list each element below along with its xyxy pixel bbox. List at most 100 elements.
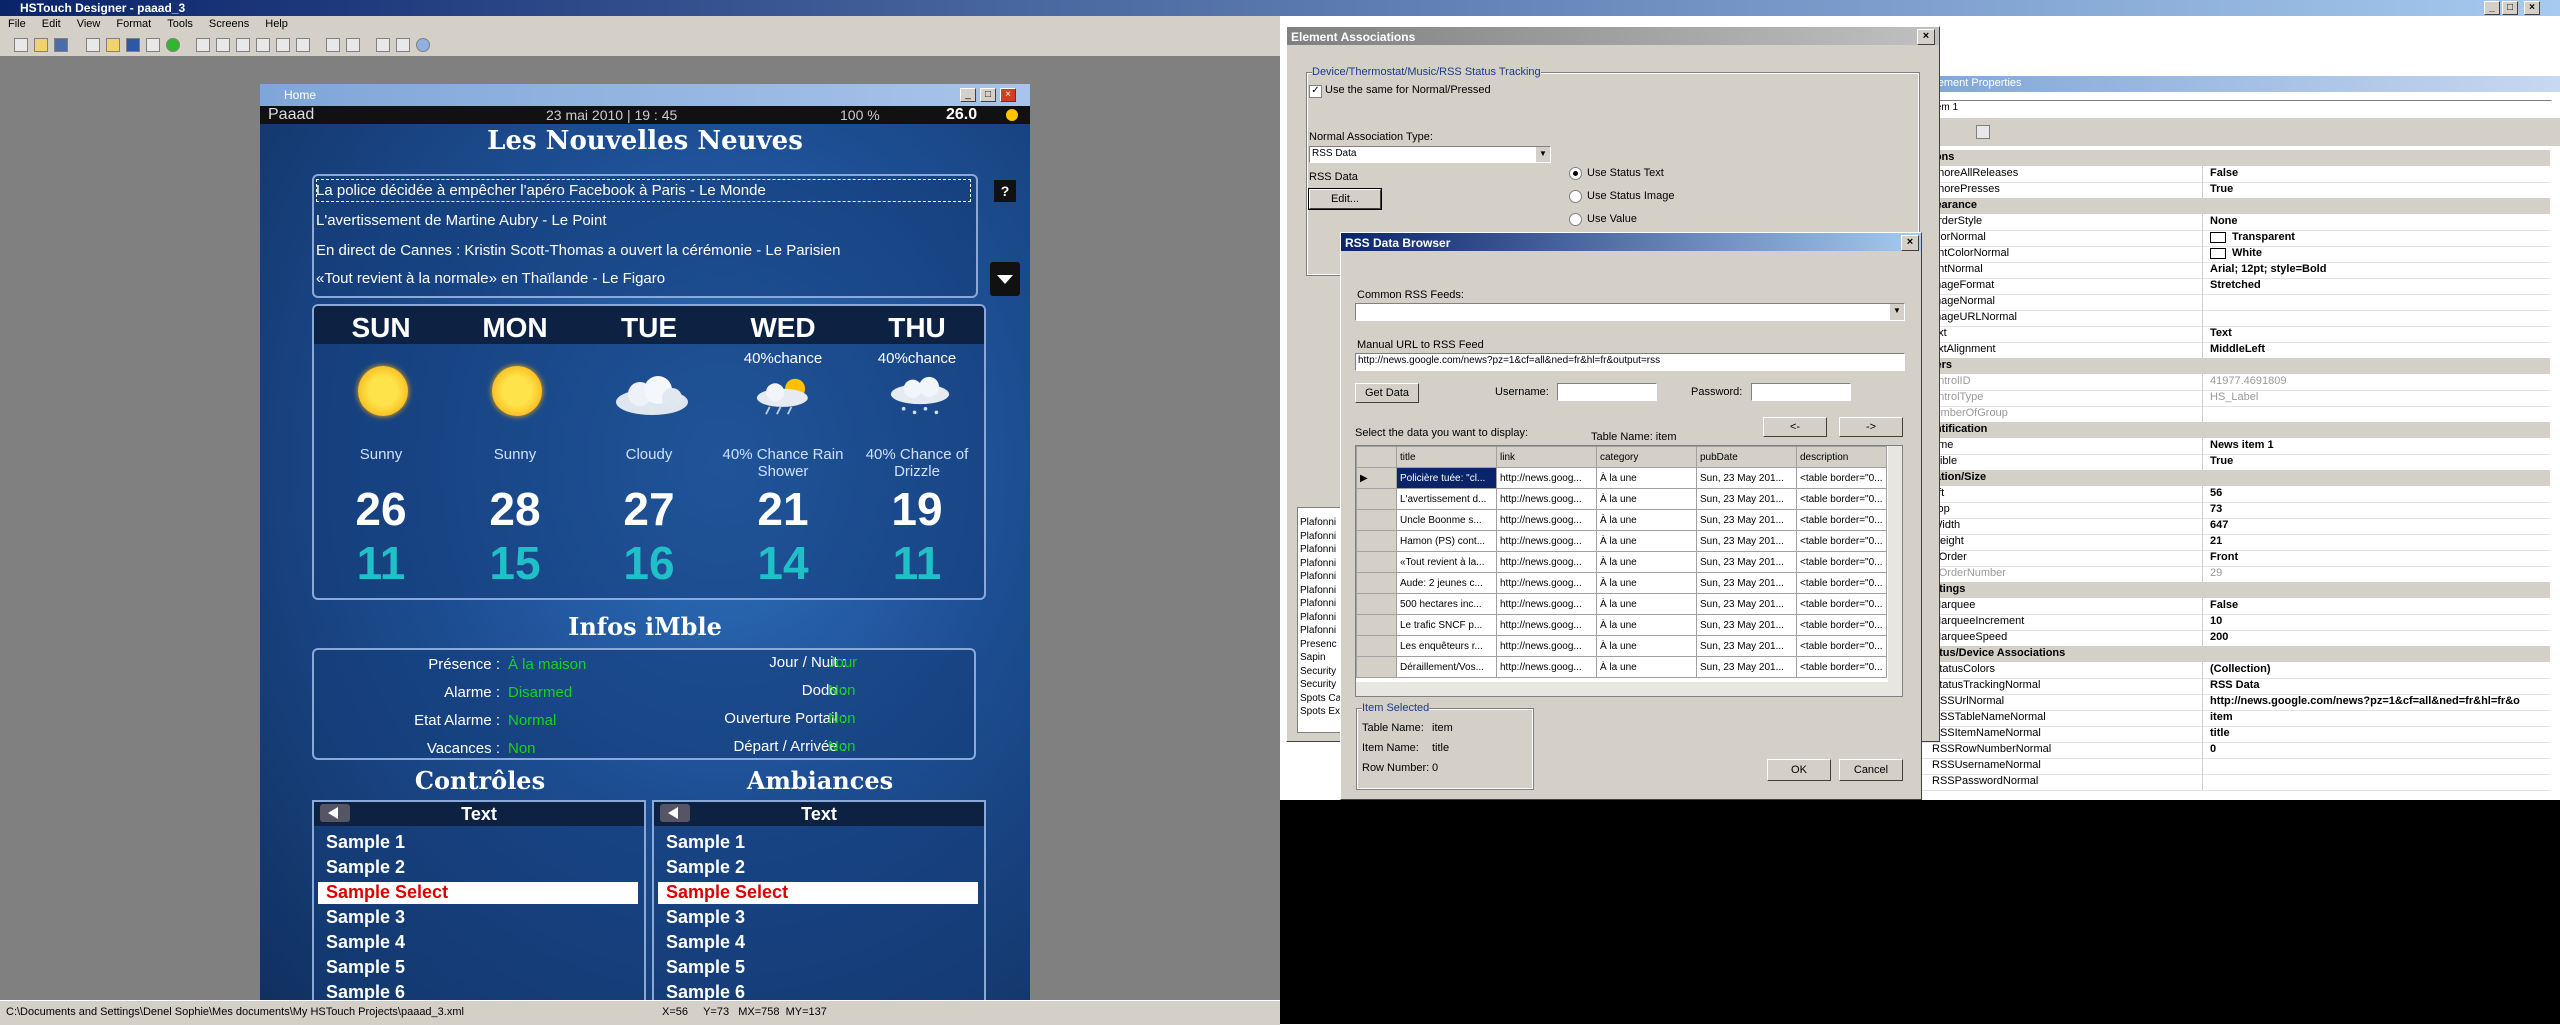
device-list-item[interactable]: Plafonni [1300,597,1341,611]
table-cell[interactable]: À la une [1596,509,1697,531]
vertical-scrollbar[interactable] [1888,446,1902,696]
assoc-type-select[interactable]: RSS Data ▼ [1309,146,1551,163]
table-cell[interactable]: «Tout revient à la... [1396,551,1497,573]
align-bottom-icon[interactable] [296,38,310,52]
device-list-item[interactable]: Plafonni [1300,516,1341,530]
edit-button[interactable]: Edit... [1308,188,1382,210]
device-list-item[interactable]: Plafonni [1300,584,1341,598]
run-icon[interactable] [166,38,180,52]
property-row[interactable]: Marquee False [1920,598,2550,615]
property-row[interactable]: olorNormal Transparent [1920,230,2550,247]
property-category[interactable]: Status/Device Associations [1920,646,2550,662]
use-status-image-radio[interactable] [1569,190,1582,203]
menu-file[interactable]: File [0,16,34,32]
maximize-icon[interactable]: □ [980,88,996,102]
property-row[interactable]: ontNormal Arial; 12pt; style=Bold [1920,262,2550,279]
save-icon[interactable] [54,38,68,52]
property-row[interactable]: RSSPasswordNormal [1920,774,2550,791]
list-item-selected[interactable]: Sample Select [318,882,638,904]
property-row[interactable]: MarqueeIncrement 10 [1920,614,2550,631]
table-cell[interactable]: Sun, 23 May 201... [1696,656,1797,678]
refresh-icon[interactable] [146,38,160,52]
back-button[interactable] [320,804,350,822]
list-item[interactable]: Sample 6 [666,982,745,1000]
new-icon[interactable] [14,38,28,52]
close-icon[interactable]: × [1000,88,1016,102]
same-height-icon[interactable] [346,38,360,52]
table-row[interactable]: ▶ Policière tuée: "cl... http://news.goog.… [1356,467,1887,489]
property-row[interactable]: Top 73 [1920,502,2550,519]
device-list-item[interactable]: Presenc [1300,638,1341,652]
property-row[interactable]: MarqueeSpeed 200 [1920,630,2550,647]
property-row[interactable]: extText [1920,326,2550,343]
image-icon[interactable] [106,38,120,52]
object-select[interactable]: s item 1 [1920,100,2552,116]
column-header[interactable]: title [1396,446,1497,468]
table-cell[interactable]: Aude: 2 jeunes c... [1396,572,1497,594]
device-list-item[interactable]: Plafonni [1300,557,1341,571]
close-icon[interactable]: × [2524,1,2540,15]
table-cell[interactable]: Sun, 23 May 201... [1696,467,1797,489]
property-row[interactable]: RSSUsernameNormal [1920,758,2550,775]
table-cell[interactable]: http://news.goog... [1496,572,1597,594]
table-cell[interactable]: http://news.goog... [1496,467,1597,489]
table-cell[interactable]: Sun, 23 May 201... [1696,593,1797,615]
row-header[interactable] [1356,656,1397,678]
minimize-icon[interactable]: _ [960,88,976,102]
table-cell[interactable]: Le trafic SNCF p... [1396,614,1497,636]
table-cell[interactable]: Les enquêteurs r... [1396,635,1497,657]
property-row[interactable]: ontrolType HS_Label [1920,390,2550,407]
row-header[interactable] [1356,614,1397,636]
table-cell[interactable]: À la une [1596,656,1697,678]
table-cell[interactable]: À la une [1596,572,1697,594]
property-row[interactable]: gnoreAllReleases False [1920,166,2550,183]
property-row[interactable]: ZOrder Front [1920,550,2550,567]
table-cell[interactable]: http://news.goog... [1496,635,1597,657]
property-category[interactable]: ocation/Size [1920,470,2550,486]
property-category[interactable]: rivers [1920,358,2550,374]
news-item-3[interactable]: En direct de Cannes : Kristin Scott-Thom… [316,242,840,259]
device-list-item[interactable]: Plafonni [1300,570,1341,584]
align-top-icon[interactable] [256,38,270,52]
news-dropdown-button[interactable] [990,262,1020,296]
list-item[interactable]: Sample 2 [326,857,405,878]
help-button[interactable]: ? [994,180,1016,202]
table-cell[interactable]: Sun, 23 May 201... [1696,530,1797,552]
table-row[interactable]: Le trafic SNCF p... http://news.goog... À … [1356,614,1887,636]
menu-help[interactable]: Help [257,16,296,32]
table-cell[interactable]: Sun, 23 May 201... [1696,635,1797,657]
table-cell[interactable]: Sun, 23 May 201... [1696,572,1797,594]
align-right-icon[interactable] [236,38,250,52]
table-cell[interactable]: http://news.goog... [1496,488,1597,510]
column-header[interactable]: link [1496,446,1597,468]
table-cell[interactable]: <table border="0... [1796,656,1887,678]
news-item-4[interactable]: «Tout revient à la normale» en Thaïlande… [316,270,665,287]
list-item[interactable]: Sample 2 [666,857,745,878]
spacing-icon[interactable] [376,38,390,52]
table-cell[interactable]: <table border="0... [1796,593,1887,615]
table-cell[interactable]: À la une [1596,593,1697,615]
property-category[interactable]: ppearance [1920,198,2550,214]
spacing-v-icon[interactable] [396,38,410,52]
password-input[interactable] [1751,383,1851,401]
table-cell[interactable]: <table border="0... [1796,572,1887,594]
get-data-button[interactable]: Get Data [1355,383,1419,403]
table-cell[interactable]: <table border="0... [1796,509,1887,531]
table-cell[interactable]: http://news.goog... [1496,614,1597,636]
table-row[interactable]: Hamon (PS) cont... http://news.goog... À l… [1356,530,1887,552]
list-item[interactable]: Sample 3 [666,907,745,928]
table-cell[interactable]: <table border="0... [1796,614,1887,636]
table-cell[interactable]: Déraillement/Vos... [1396,656,1497,678]
device-list-item[interactable]: Security [1300,665,1341,679]
table-cell[interactable]: Sun, 23 May 201... [1696,614,1797,636]
table-cell[interactable]: <table border="0... [1796,551,1887,573]
column-header[interactable]: description [1796,446,1887,468]
row-header[interactable] [1356,635,1397,657]
table-row[interactable]: Uncle Boonme s... http://news.goog... À la… [1356,509,1887,531]
row-header[interactable] [1356,593,1397,615]
align-center-icon[interactable] [216,38,230,52]
table-cell[interactable]: Sun, 23 May 201... [1696,551,1797,573]
property-row[interactable]: orderStyle None [1920,214,2550,231]
property-row[interactable]: isible True [1920,454,2550,471]
property-row[interactable]: RSSItemNameNormal title [1920,726,2550,743]
